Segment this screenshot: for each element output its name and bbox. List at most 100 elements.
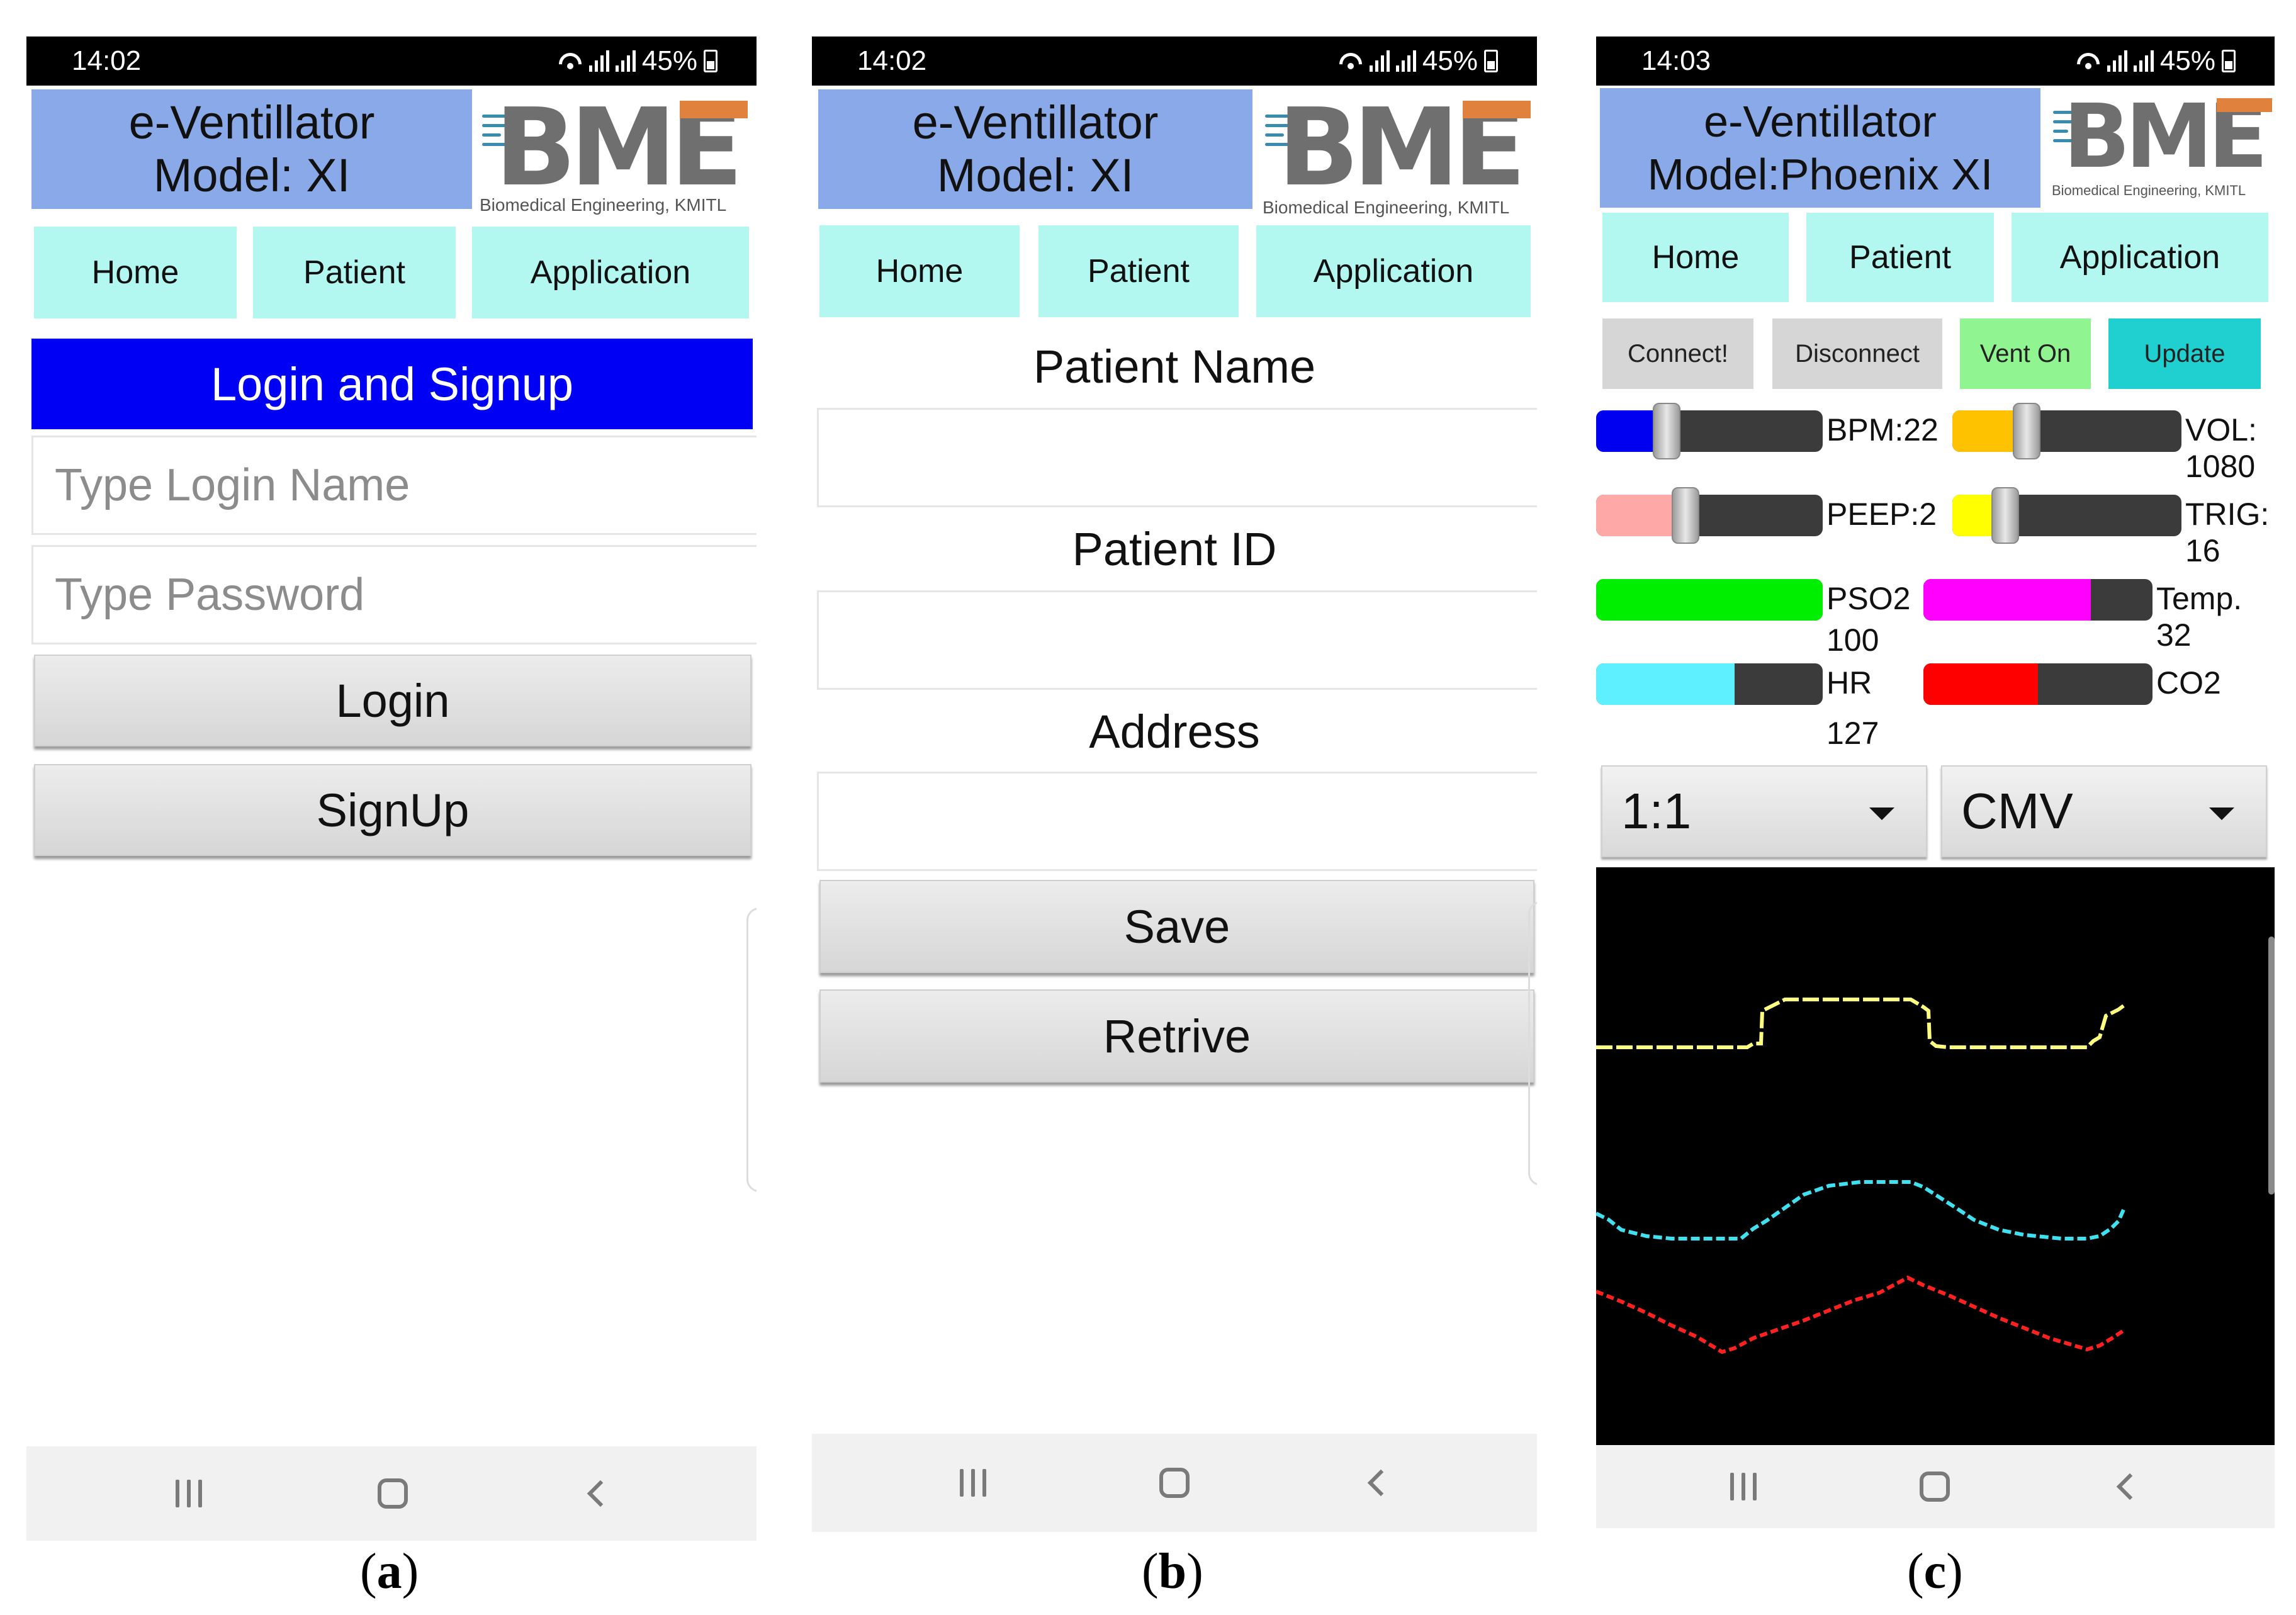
bme-logo: BME Biomedical Engineering, KMITL bbox=[1260, 86, 1537, 217]
nav-home[interactable]: Home bbox=[819, 225, 1020, 317]
retrive-button[interactable]: Retrive bbox=[819, 989, 1534, 1083]
password-input[interactable]: Type Password bbox=[31, 545, 757, 644]
signal-icon bbox=[1395, 50, 1416, 72]
wifi-icon bbox=[1338, 52, 1363, 70]
nav-application[interactable]: Application bbox=[472, 227, 749, 318]
disconnect-button[interactable]: Disconnect bbox=[1772, 318, 1942, 389]
temp-value: 32 bbox=[2156, 617, 2192, 653]
home-icon[interactable] bbox=[378, 1478, 408, 1509]
nav-patient[interactable]: Patient bbox=[1806, 213, 1994, 302]
scroll-edge bbox=[746, 908, 757, 1192]
home-icon[interactable] bbox=[1159, 1468, 1190, 1498]
peep-slider[interactable] bbox=[1596, 495, 1823, 536]
pressure-waveform bbox=[1596, 998, 2125, 1049]
bpm-slider[interactable] bbox=[1596, 410, 1823, 452]
signup-button[interactable]: SignUp bbox=[34, 764, 751, 856]
app-title-line2: Model: XI bbox=[937, 149, 1134, 201]
temp-label: Temp. 32 bbox=[2156, 580, 2242, 653]
status-icons: 45% bbox=[2076, 37, 2236, 86]
pso2-label-name: PSO2 bbox=[1826, 581, 1911, 616]
ie-ratio-select[interactable]: 1:1 bbox=[1601, 765, 1927, 857]
temp-bar-fill bbox=[1923, 579, 2091, 621]
co2-bar-fill bbox=[1923, 663, 2038, 705]
home-icon[interactable] bbox=[1920, 1472, 1950, 1502]
trig-label: TRIG: 16 bbox=[2185, 496, 2269, 569]
patient-id-label: Patient ID bbox=[1072, 523, 1277, 575]
connect-button[interactable]: Connect! bbox=[1602, 318, 1753, 389]
status-icons: 45% bbox=[1338, 37, 1498, 86]
hr-label-name: HR bbox=[1826, 665, 1872, 701]
dropdown-arrow-icon bbox=[2209, 807, 2234, 820]
wifi-icon bbox=[558, 52, 583, 70]
caption-c: (c) bbox=[1907, 1544, 1963, 1599]
app-title-line1: e-Ventillator bbox=[1704, 97, 1937, 146]
app-title: e-Ventillator Model:Phoenix XI bbox=[1600, 88, 2040, 208]
recent-apps-icon[interactable] bbox=[176, 1480, 202, 1507]
logo-caption: Biomedical Engineering, KMITL bbox=[2052, 183, 2246, 198]
pso2-label: PSO2 100 bbox=[1826, 580, 1910, 658]
nav-patient[interactable]: Patient bbox=[253, 227, 456, 318]
battery-percent: 45% bbox=[1422, 45, 1478, 76]
flow-waveform bbox=[1596, 1180, 2125, 1241]
co2-bar bbox=[1923, 663, 2152, 705]
recent-apps-icon[interactable] bbox=[960, 1469, 986, 1497]
nav-application[interactable]: Application bbox=[1256, 225, 1531, 317]
login-banner: Login and Signup bbox=[31, 339, 753, 429]
phone-screen-patient: 14:02 45% e-Ventillator Model: XI BME Bi… bbox=[812, 37, 1537, 1541]
vol-slider[interactable] bbox=[1952, 410, 2181, 452]
patient-id-input[interactable] bbox=[817, 590, 1537, 690]
vol-label-name: VOL: bbox=[2185, 412, 2257, 447]
logo-caption: Biomedical Engineering, KMITL bbox=[480, 195, 727, 215]
back-icon[interactable] bbox=[587, 1480, 614, 1507]
waveform-svg bbox=[1596, 998, 2125, 1354]
pso2-value: 100 bbox=[1826, 622, 1879, 658]
nav-home[interactable]: Home bbox=[34, 227, 237, 318]
hr-bar-fill bbox=[1596, 663, 1735, 705]
trig-slider-thumb[interactable] bbox=[1991, 487, 2019, 544]
vol-slider-thumb[interactable] bbox=[2013, 403, 2040, 459]
trig-label-name: TRIG: bbox=[2185, 497, 2270, 532]
status-bar: 14:02 45% bbox=[26, 37, 757, 86]
signal-icon bbox=[588, 50, 609, 72]
app-title-line1: e-Ventillator bbox=[128, 96, 375, 149]
login-name-input[interactable]: Type Login Name bbox=[31, 436, 757, 535]
temp-label-name: Temp. bbox=[2156, 581, 2243, 616]
nav-application[interactable]: Application bbox=[2012, 213, 2268, 302]
address-input[interactable] bbox=[817, 772, 1537, 871]
back-icon[interactable] bbox=[1367, 1469, 1395, 1497]
status-time: 14:02 bbox=[857, 45, 927, 76]
vent-mode-select[interactable]: CMV bbox=[1941, 765, 2267, 857]
save-button[interactable]: Save bbox=[819, 880, 1534, 973]
battery-percent: 45% bbox=[2159, 45, 2215, 76]
peep-slider-thumb[interactable] bbox=[1672, 487, 1699, 544]
ie-ratio-value: 1:1 bbox=[1621, 783, 1692, 839]
back-icon[interactable] bbox=[2116, 1473, 2144, 1500]
hr-label: HR 127 bbox=[1826, 665, 1879, 751]
logo-accent-bar bbox=[2217, 98, 2272, 112]
app-title: e-Ventillator Model: XI bbox=[31, 89, 472, 209]
trig-slider[interactable] bbox=[1952, 495, 2181, 536]
signal-icon bbox=[615, 50, 636, 72]
app-title: e-Ventillator Model: XI bbox=[818, 89, 1252, 209]
vent-on-button[interactable]: Vent On bbox=[1960, 318, 2091, 389]
login-button[interactable]: Login bbox=[34, 655, 751, 746]
nav-home[interactable]: Home bbox=[1602, 213, 1789, 302]
bpm-slider-thumb[interactable] bbox=[1653, 403, 1680, 459]
peep-slider-fill bbox=[1596, 495, 1684, 536]
vent-mode-value: CMV bbox=[1961, 783, 2073, 839]
android-nav-bar bbox=[1596, 1445, 2275, 1528]
logo-accent-bar bbox=[680, 101, 748, 118]
android-nav-bar bbox=[26, 1446, 757, 1541]
update-button[interactable]: Update bbox=[2108, 318, 2261, 389]
battery-icon bbox=[704, 50, 718, 72]
app-title-line2: Model:Phoenix XI bbox=[1647, 150, 1993, 199]
phone-screen-login: 14:02 45% e-Ventillator Model: XI BME Bi… bbox=[26, 37, 757, 1541]
recent-apps-icon[interactable] bbox=[1730, 1473, 1757, 1500]
signal-icon bbox=[2133, 50, 2154, 72]
nav-patient[interactable]: Patient bbox=[1038, 225, 1239, 317]
scrollbar[interactable] bbox=[2268, 937, 2275, 1195]
patient-name-input[interactable] bbox=[817, 408, 1537, 507]
dropdown-arrow-icon bbox=[1869, 807, 1894, 820]
waveform-display bbox=[1596, 867, 2275, 1445]
vol-label: VOL: 1080 bbox=[2185, 412, 2257, 485]
